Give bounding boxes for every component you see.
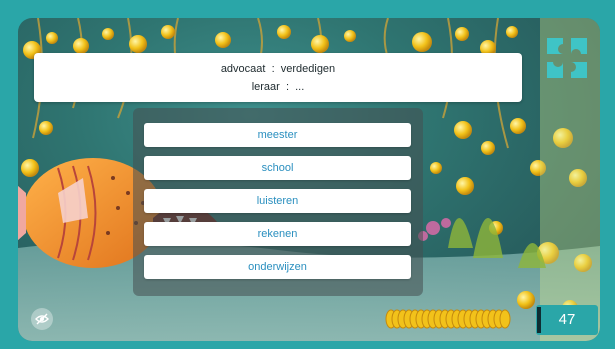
score-counter-marker [537, 307, 541, 333]
analogy-prompt: leraar : ... [251, 81, 305, 93]
analogy-example: advocaat : verdedigen [220, 63, 336, 75]
hide-toggle-button[interactable] [31, 308, 53, 330]
eye-off-icon [35, 313, 49, 325]
timer-coin [499, 309, 511, 329]
option-button-2[interactable]: school [144, 156, 411, 180]
option-button-4[interactable]: rekenen [144, 222, 411, 246]
puzzle-logo-icon [543, 34, 591, 82]
score-counter: 47 [536, 305, 598, 335]
option-button-1[interactable]: meester [144, 123, 411, 147]
option-button-3[interactable]: luisteren [144, 189, 411, 213]
question-card: advocaat : verdedigen leraar : ... [34, 53, 522, 102]
timer-coin-bar [385, 308, 531, 330]
option-button-5[interactable]: onderwijzen [144, 255, 411, 279]
